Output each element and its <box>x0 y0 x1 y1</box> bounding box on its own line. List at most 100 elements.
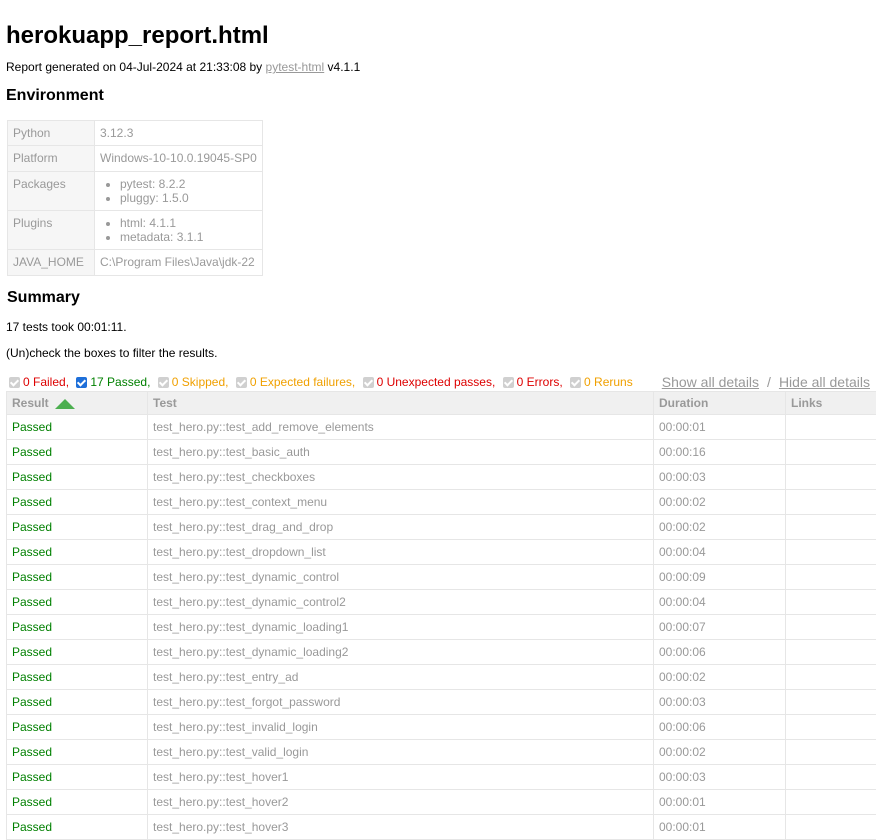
table-row[interactable]: Passedtest_hero.py::test_dynamic_loading… <box>7 640 876 665</box>
checkbox-icon[interactable] <box>9 377 20 388</box>
filter-label: 17 Passed, <box>90 375 150 389</box>
filter-label: 0 Failed, <box>23 375 69 389</box>
result-cell: Passed <box>7 590 148 615</box>
links-cell <box>786 765 876 790</box>
checkbox-icon[interactable] <box>570 377 581 388</box>
test-name-cell: test_hero.py::test_invalid_login <box>148 715 654 740</box>
env-row-java-home: JAVA_HOME C:\Program Files\Java\jdk-22 <box>8 250 263 276</box>
duration-cell: 00:00:01 <box>654 415 786 440</box>
table-row[interactable]: Passedtest_hero.py::test_entry_ad00:00:0… <box>7 665 876 690</box>
test-name-cell: test_hero.py::test_add_remove_elements <box>148 415 654 440</box>
sort-ascending-icon[interactable] <box>55 399 75 409</box>
env-key: JAVA_HOME <box>8 250 95 276</box>
links-cell <box>786 790 876 815</box>
filter-skipped[interactable]: 0 Skipped, <box>154 375 229 389</box>
list-item: metadata: 3.1.1 <box>120 230 257 244</box>
table-row[interactable]: Passedtest_hero.py::test_hover300:00:01 <box>7 815 876 840</box>
duration-cell: 00:00:02 <box>654 490 786 515</box>
checkbox-icon[interactable] <box>503 377 514 388</box>
checkbox-icon[interactable] <box>158 377 169 388</box>
result-column-header[interactable]: Result <box>7 392 148 415</box>
filter-unexpected-passes[interactable]: 0 Unexpected passes, <box>359 375 496 389</box>
pytest-html-link[interactable]: pytest-html <box>266 60 325 74</box>
env-key: Python <box>8 121 95 146</box>
table-row[interactable]: Passedtest_hero.py::test_context_menu00:… <box>7 490 876 515</box>
results-header-row: Result Test Duration Links <box>7 392 876 415</box>
test-column-header[interactable]: Test <box>148 392 654 415</box>
result-cell: Passed <box>7 540 148 565</box>
summary-heading: Summary <box>7 288 870 308</box>
env-value: Windows-10-10.0.19045-SP0 <box>95 146 263 172</box>
result-cell: Passed <box>7 690 148 715</box>
filter-passed[interactable]: 17 Passed, <box>72 375 150 389</box>
duration-cell: 00:00:06 <box>654 640 786 665</box>
results-body: Passed test_hero.py::test_add_remove_elem… <box>7 415 876 840</box>
env-key: Platform <box>8 146 95 172</box>
filter-expected-failures[interactable]: 0 Expected failures, <box>232 375 355 389</box>
table-row[interactable]: Passedtest_hero.py::test_checkboxes00:00… <box>7 465 876 490</box>
env-row-python: Python 3.12.3 <box>8 121 263 146</box>
links-cell <box>786 465 876 490</box>
table-row[interactable]: Passedtest_hero.py::test_hover100:00:03 <box>7 765 876 790</box>
table-row[interactable]: Passedtest_hero.py::test_dynamic_control… <box>7 590 876 615</box>
filter-label: 0 Reruns <box>584 375 633 389</box>
filter-label: 0 Unexpected passes, <box>377 375 496 389</box>
result-cell: Passed <box>7 665 148 690</box>
links-cell <box>786 590 876 615</box>
result-cell: Passed <box>7 615 148 640</box>
table-row[interactable]: Passedtest_hero.py::test_forgot_password… <box>7 690 876 715</box>
test-name-cell: test_hero.py::test_hover3 <box>148 815 654 840</box>
table-row[interactable]: Passedtest_hero.py::test_invalid_login00… <box>7 715 876 740</box>
table-row[interactable]: Passedtest_hero.py::test_add_remove_elem… <box>7 415 876 440</box>
duration-cell: 00:00:03 <box>654 465 786 490</box>
filter-bar: 0 Failed, 17 Passed, 0 Skipped, 0 Expect… <box>6 375 870 389</box>
duration-cell: 00:00:02 <box>654 515 786 540</box>
generated-text: Report generated on 04-Jul-2024 at 21:33… <box>6 60 266 74</box>
details-separator: / <box>767 374 771 390</box>
test-name-cell: test_hero.py::test_dynamic_control <box>148 565 654 590</box>
result-cell: Passed <box>7 790 148 815</box>
checkbox-icon[interactable] <box>76 377 87 388</box>
show-all-details-link[interactable]: Show all details <box>662 374 759 390</box>
filter-reruns[interactable]: 0 Reruns <box>566 375 633 389</box>
table-row[interactable]: Passedtest_hero.py::test_dynamic_control… <box>7 565 876 590</box>
filter-errors[interactable]: 0 Errors, <box>499 375 563 389</box>
test-name-cell: test_hero.py::test_entry_ad <box>148 665 654 690</box>
table-row[interactable]: Passedtest_hero.py::test_hover200:00:01 <box>7 790 876 815</box>
environment-table: Python 3.12.3 Platform Windows-10-10.0.1… <box>7 120 263 276</box>
test-name-cell: test_hero.py::test_valid_login <box>148 740 654 765</box>
links-cell <box>786 615 876 640</box>
env-value: C:\Program Files\Java\jdk-22 <box>95 250 263 276</box>
duration-cell: 00:00:03 <box>654 690 786 715</box>
filter-failed[interactable]: 0 Failed, <box>6 375 69 389</box>
links-cell <box>786 640 876 665</box>
env-row-platform: Platform Windows-10-10.0.19045-SP0 <box>8 146 263 172</box>
checkbox-icon[interactable] <box>236 377 247 388</box>
duration-cell: 00:00:02 <box>654 740 786 765</box>
table-row[interactable]: Passedtest_hero.py::test_drag_and_drop00… <box>7 515 876 540</box>
duration-cell: 00:00:16 <box>654 440 786 465</box>
table-row[interactable]: Passedtest_hero.py::test_dropdown_list00… <box>7 540 876 565</box>
hide-all-details-link[interactable]: Hide all details <box>779 374 870 390</box>
links-cell <box>786 415 876 440</box>
duration-cell: 00:00:04 <box>654 590 786 615</box>
packages-list: pytest: 8.2.2 pluggy: 1.5.0 <box>100 177 257 205</box>
links-column-header: Links <box>786 392 876 415</box>
checkbox-icon[interactable] <box>363 377 374 388</box>
table-row[interactable]: Passedtest_hero.py::test_basic_auth00:00… <box>7 440 876 465</box>
env-key: Plugins <box>8 211 95 250</box>
test-name-cell: test_hero.py::test_dynamic_loading2 <box>148 640 654 665</box>
list-item: pytest: 8.2.2 <box>120 177 257 191</box>
result-cell: Passed <box>7 765 148 790</box>
duration-column-header[interactable]: Duration <box>654 392 786 415</box>
test-name-cell: test_hero.py::test_context_menu <box>148 490 654 515</box>
filter-label: 0 Expected failures, <box>250 375 355 389</box>
env-row-plugins: Plugins html: 4.1.1 metadata: 3.1.1 <box>8 211 263 250</box>
report-title: herokuapp_report.html <box>6 0 870 50</box>
duration-cell: 00:00:01 <box>654 815 786 840</box>
table-row[interactable]: Passedtest_hero.py::test_valid_login00:0… <box>7 740 876 765</box>
links-cell <box>786 715 876 740</box>
duration-cell: 00:00:01 <box>654 790 786 815</box>
table-row[interactable]: Passedtest_hero.py::test_dynamic_loading… <box>7 615 876 640</box>
list-item: pluggy: 1.5.0 <box>120 191 257 205</box>
